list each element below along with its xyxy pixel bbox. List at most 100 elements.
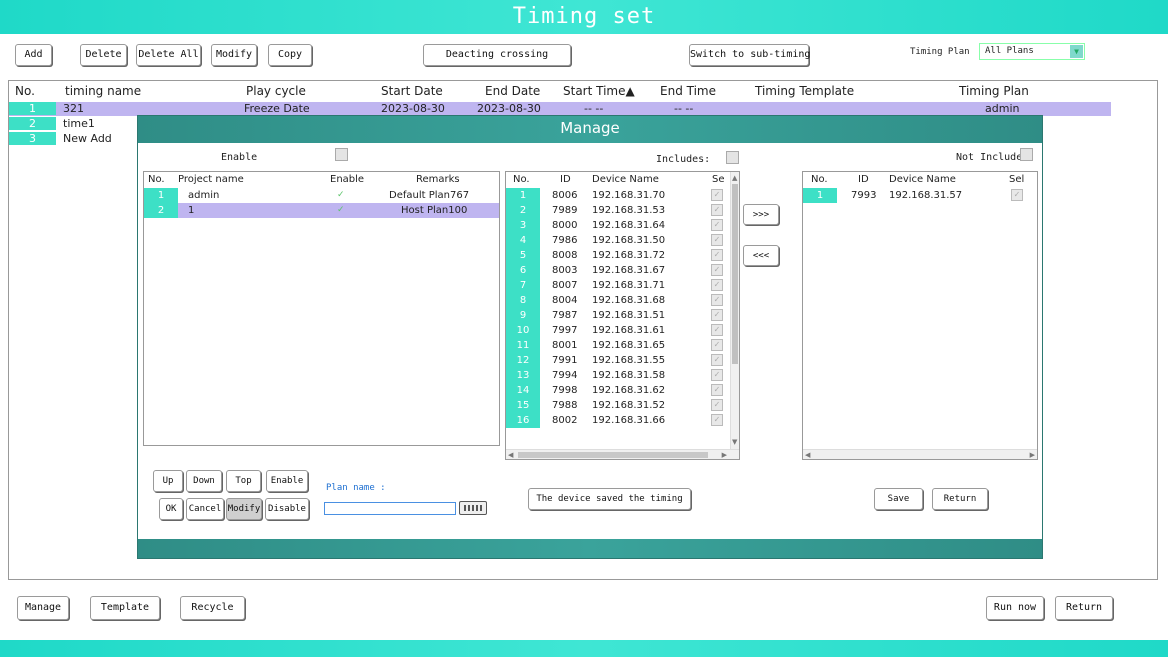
scroll-right-icon[interactable]: ▶ (1030, 451, 1035, 459)
col-start-date[interactable]: Start Date (381, 81, 443, 101)
switch-sub-timing-button[interactable]: Switch to sub-timing (689, 44, 810, 66)
list-item[interactable]: 15 7988 192.168.31.52 ✓ (506, 398, 739, 413)
select-checkbox[interactable]: ✓ (711, 279, 723, 291)
device-name: 192.168.31.52 (592, 400, 666, 411)
table-row[interactable]: 1 321 Freeze Date 2023-08-30 2023-08-30 … (9, 102, 1111, 116)
scroll-right-icon[interactable]: ▶ (722, 451, 727, 459)
save-button[interactable]: Save (874, 488, 923, 510)
list-item[interactable]: 1 8006 192.168.31.70 ✓ (506, 188, 739, 203)
row-number: 1 (9, 102, 56, 115)
device-saved-timing-button[interactable]: The device saved the timing (528, 488, 691, 510)
col-start-time[interactable]: Start Time▲ (563, 81, 635, 101)
col-play-cycle[interactable]: Play cycle (246, 81, 306, 101)
col-device-name: Device Name (592, 174, 659, 185)
list-item[interactable]: 14 7998 192.168.31.62 ✓ (506, 383, 739, 398)
includes-vertical-scrollbar[interactable]: ▲ ▼ (730, 172, 739, 459)
select-checkbox[interactable]: ✓ (711, 354, 723, 366)
list-item[interactable]: 1 7993 192.168.31.57 ✓ (803, 188, 1037, 203)
not-include-horizontal-scrollbar[interactable]: ◀ ▶ (803, 449, 1037, 459)
device-name: 192.168.31.50 (592, 235, 666, 246)
col-end-date[interactable]: End Date (485, 81, 540, 101)
add-button[interactable]: Add (15, 44, 52, 66)
select-checkbox[interactable]: ✓ (711, 399, 723, 411)
not-include-select-all-checkbox[interactable] (1020, 148, 1033, 161)
select-checkbox[interactable]: ✓ (711, 309, 723, 321)
list-item[interactable]: 12 7991 192.168.31.55 ✓ (506, 353, 739, 368)
select-checkbox[interactable]: ✓ (711, 384, 723, 396)
select-checkbox[interactable]: ✓ (711, 189, 723, 201)
list-item[interactable]: 4 7986 192.168.31.50 ✓ (506, 233, 739, 248)
enable-button[interactable]: Enable (266, 470, 308, 492)
chevron-down-icon: ▼ (1070, 45, 1083, 58)
select-checkbox[interactable]: ✓ (711, 414, 723, 426)
manage-button[interactable]: Manage (17, 596, 69, 620)
up-button[interactable]: Up (153, 470, 183, 492)
modify-button[interactable]: Modify (226, 498, 262, 520)
copy-button[interactable]: Copy (268, 44, 312, 66)
select-checkbox[interactable]: ✓ (711, 234, 723, 246)
list-item[interactable]: 13 7994 192.168.31.58 ✓ (506, 368, 739, 383)
plan-name-input[interactable] (324, 502, 456, 515)
select-checkbox[interactable]: ✓ (1011, 189, 1023, 201)
col-project-name: Project name (178, 174, 244, 185)
list-item[interactable]: 3 8000 192.168.31.64 ✓ (506, 218, 739, 233)
includes-select-all-checkbox[interactable] (726, 151, 739, 164)
select-checkbox[interactable]: ✓ (711, 339, 723, 351)
list-item[interactable]: 7 8007 192.168.31.71 ✓ (506, 278, 739, 293)
select-checkbox[interactable]: ✓ (711, 249, 723, 261)
row-cycle: Freeze Date (244, 102, 310, 115)
list-item[interactable]: 2 7989 192.168.31.53 ✓ (506, 203, 739, 218)
scroll-down-icon[interactable]: ▼ (732, 438, 737, 447)
list-item[interactable]: 11 8001 192.168.31.65 ✓ (506, 338, 739, 353)
template-button[interactable]: Template (90, 596, 160, 620)
select-checkbox[interactable]: ✓ (711, 324, 723, 336)
scroll-left-icon[interactable]: ◀ (508, 451, 513, 459)
select-checkbox[interactable]: ✓ (711, 204, 723, 216)
scroll-left-icon[interactable]: ◀ (805, 451, 810, 459)
top-button[interactable]: Top (226, 470, 261, 492)
check-icon[interactable]: ✓ (337, 203, 345, 218)
list-item[interactable]: 8 8004 192.168.31.68 ✓ (506, 293, 739, 308)
col-timing-name[interactable]: timing name (65, 81, 141, 101)
return-button[interactable]: Return (932, 488, 988, 510)
row-plan: admin (985, 102, 1020, 115)
modify-button[interactable]: Modify (211, 44, 257, 66)
delete-all-button[interactable]: Delete All (136, 44, 201, 66)
disable-button[interactable]: Disable (265, 498, 309, 520)
select-checkbox[interactable]: ✓ (711, 369, 723, 381)
device-name: 192.168.31.51 (592, 310, 666, 321)
enable-filter-checkbox[interactable] (335, 148, 348, 161)
return-button[interactable]: Return (1055, 596, 1113, 620)
includes-horizontal-scrollbar[interactable]: ◀ ▶ (506, 449, 739, 459)
select-checkbox[interactable]: ✓ (711, 264, 723, 276)
col-end-time[interactable]: End Time (660, 81, 716, 101)
list-item[interactable]: 1 admin ✓ Default Plan767 (144, 188, 499, 203)
ok-button[interactable]: OK (159, 498, 183, 520)
list-item[interactable]: 6 8003 192.168.31.67 ✓ (506, 263, 739, 278)
delete-button[interactable]: Delete (80, 44, 127, 66)
timing-plan-select[interactable]: All Plans ▼ (979, 43, 1085, 60)
scrollbar-thumb[interactable] (518, 452, 708, 458)
col-timing-template[interactable]: Timing Template (755, 81, 854, 101)
check-icon[interactable]: ✓ (337, 188, 345, 203)
recycle-button[interactable]: Recycle (180, 596, 245, 620)
select-checkbox[interactable]: ✓ (711, 294, 723, 306)
row-number: 8 (506, 293, 540, 308)
list-item[interactable]: 9 7987 192.168.31.51 ✓ (506, 308, 739, 323)
move-right-button[interactable]: >>> (743, 204, 779, 225)
col-no[interactable]: No. (15, 81, 35, 101)
move-left-button[interactable]: <<< (743, 245, 779, 266)
scrollbar-thumb[interactable] (732, 184, 738, 364)
list-item[interactable]: 16 8002 192.168.31.66 ✓ (506, 413, 739, 428)
deacting-crossing-button[interactable]: Deacting crossing (423, 44, 571, 66)
col-timing-plan[interactable]: Timing Plan (959, 81, 1029, 101)
keyboard-icon[interactable] (459, 501, 487, 515)
scroll-up-icon[interactable]: ▲ (732, 174, 737, 183)
run-now-button[interactable]: Run now (986, 596, 1044, 620)
cancel-button[interactable]: Cancel (186, 498, 224, 520)
select-checkbox[interactable]: ✓ (711, 219, 723, 231)
list-item[interactable]: 10 7997 192.168.31.61 ✓ (506, 323, 739, 338)
list-item[interactable]: 5 8008 192.168.31.72 ✓ (506, 248, 739, 263)
down-button[interactable]: Down (186, 470, 222, 492)
list-item[interactable]: 2 1 ✓ Host Plan100 (144, 203, 499, 218)
